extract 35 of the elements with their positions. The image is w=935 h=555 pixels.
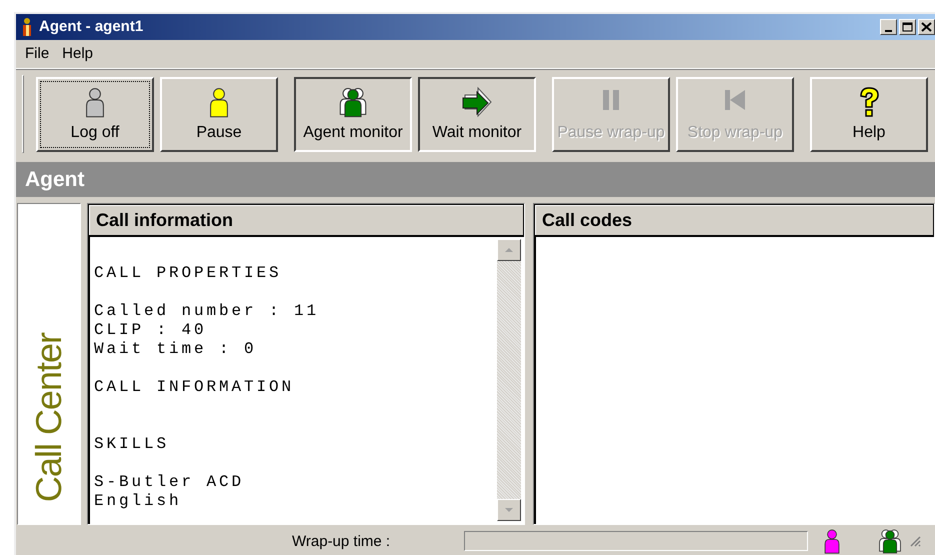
menu-item[interactable]: Help [59,45,102,62]
panel-header: Call information [88,204,524,237]
section-heading: CALL PROPERTIES [94,264,283,283]
text-line: Called number : 11 [94,302,320,321]
caret-down-icon [504,507,514,513]
brand-text: Call Center [28,332,70,502]
text-line: Wait time : 0 [94,340,258,359]
scroll-up-button[interactable] [497,239,521,261]
minimize-button[interactable] [880,18,897,35]
section-title: Agent [25,168,84,192]
panel-header: Call codes [534,204,934,237]
toolbar-button[interactable]: Wait monitor [418,76,536,152]
toolbar-button[interactable]: Log off [36,76,154,152]
scroll-down-button[interactable] [497,499,521,521]
text-line: CLIP : 40 [94,321,208,340]
toolbar-button[interactable]: Agent monitor [294,76,412,152]
resize-grip[interactable] [909,535,921,547]
minimize-icon [885,30,892,32]
maximize-button[interactable] [899,18,916,35]
app-icon [20,16,34,37]
window-title: Agent - agent1 [39,18,144,36]
section-heading: CALL INFORMATION [94,378,296,397]
text-line: English [94,492,183,511]
menu-item[interactable]: File [22,45,58,62]
maximize-icon [902,22,913,32]
section-heading: SKILLS [94,435,170,454]
wrap-up-label: Wrap-up time : [292,532,392,550]
text-line: S-Butler ACD [94,473,246,492]
arrow-icon [460,84,494,119]
scrollbar[interactable] [497,239,521,521]
close-button[interactable] [918,18,935,35]
caret-up-icon [504,247,514,253]
close-icon [921,22,932,32]
toolbar-button[interactable]: Help [810,76,928,152]
toolbar-button[interactable]: Pause [160,76,278,152]
